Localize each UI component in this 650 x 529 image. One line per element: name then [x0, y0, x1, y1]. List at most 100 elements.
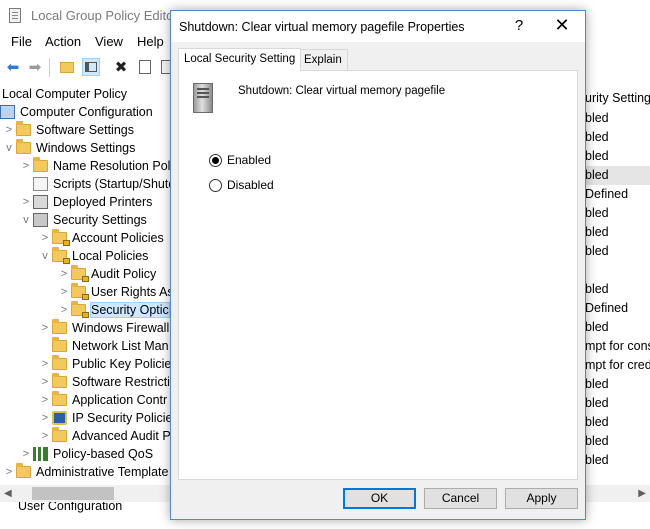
list-item[interactable]: bled — [585, 147, 650, 166]
chevron-right-icon[interactable]: > — [57, 304, 71, 316]
forward-arrow-icon[interactable]: ➡ — [26, 58, 44, 76]
list-item[interactable]: bled — [585, 375, 650, 394]
tree-item-software-settings[interactable]: > Software Settings — [2, 121, 134, 139]
tree-item-scripts[interactable]: Scripts (Startup/Shutd — [33, 175, 175, 193]
list-item[interactable] — [585, 261, 650, 280]
tree-item-software-restriction[interactable]: > Software Restricti — [38, 373, 170, 391]
enabled-option[interactable]: Enabled — [209, 153, 271, 167]
folder-icon — [52, 373, 67, 388]
list-item[interactable]: bled — [585, 318, 650, 337]
tree-item-ip-security-policies[interactable]: > IP Security Policie — [38, 409, 173, 427]
apply-button[interactable]: Apply — [505, 488, 578, 509]
list-item[interactable]: bled — [585, 413, 650, 432]
list-item[interactable]: Defined — [585, 299, 650, 318]
list-item[interactable]: bled — [585, 451, 650, 470]
tree-item-advanced-audit[interactable]: > Advanced Audit P — [38, 427, 171, 445]
ok-button[interactable]: OK — [343, 488, 416, 509]
back-arrow-icon[interactable]: ⬅ — [4, 58, 22, 76]
tree-item-computer-configuration[interactable]: Computer Configuration — [0, 103, 153, 121]
tree-item-label: User Configuration — [18, 502, 123, 513]
chevron-right-icon[interactable]: > — [2, 466, 16, 478]
chevron-right-icon[interactable]: > — [38, 394, 52, 406]
help-button[interactable]: ? — [509, 17, 529, 34]
scrollbar-thumb[interactable] — [32, 487, 114, 500]
tree-item-security-options[interactable]: > Security Optic — [57, 301, 170, 319]
tree-item-policy-based-qos[interactable]: > Policy-based QoS — [19, 445, 153, 463]
list-item[interactable]: mpt for cred — [585, 356, 650, 375]
scroll-right-arrow-icon[interactable]: ▶ — [638, 488, 646, 499]
scroll-left-arrow-icon[interactable]: ◀ — [4, 488, 12, 499]
tree-item-label: Software Restricti — [72, 375, 170, 389]
tree-item-security-settings[interactable]: v Security Settings — [19, 211, 147, 229]
properties-icon[interactable] — [136, 58, 154, 76]
chevron-right-icon[interactable]: > — [38, 430, 52, 442]
tree-item-user-rights-assignment[interactable]: > User Rights As — [57, 283, 174, 301]
chevron-right-icon[interactable]: > — [57, 268, 71, 280]
enabled-radio[interactable] — [209, 153, 222, 167]
chevron-right-icon[interactable]: > — [38, 322, 52, 334]
tree-item-label: Windows Settings — [36, 141, 136, 155]
list-item[interactable]: bled — [585, 432, 650, 451]
tree-item-windows-settings[interactable]: v Windows Settings — [2, 139, 135, 157]
list-item-selected[interactable]: bled — [585, 166, 650, 185]
dialog-titlebar[interactable]: Shutdown: Clear virtual memory pagefile … — [171, 11, 585, 42]
tree-item-deployed-printers[interactable]: > Deployed Printers — [19, 193, 152, 211]
delete-icon[interactable]: ✖ — [112, 58, 130, 76]
chevron-right-icon[interactable]: > — [57, 286, 71, 298]
chevron-down-icon[interactable]: v — [2, 142, 16, 154]
chevron-right-icon[interactable]: > — [38, 358, 52, 370]
tree-item-public-key-policies[interactable]: > Public Key Policie — [38, 355, 171, 373]
chevron-right-icon[interactable]: > — [19, 448, 33, 460]
tree-item-label: Windows Firewall — [72, 321, 170, 335]
tree-item-label: Deployed Printers — [53, 195, 153, 209]
tree-item-account-policies[interactable]: > Account Policies — [38, 229, 164, 247]
tab-panel: Shutdown: Clear virtual memory pagefile … — [178, 70, 578, 480]
computer-icon — [0, 105, 15, 119]
tree-item-label: Public Key Policie — [72, 357, 172, 371]
list-item[interactable]: Defined — [585, 185, 650, 204]
tree-item-administrative-templates[interactable]: > Administrative Template — [2, 463, 168, 481]
list-item[interactable]: bled — [585, 280, 650, 299]
chevron-right-icon[interactable]: > — [19, 196, 33, 208]
list-item[interactable]: mpt for cons — [585, 337, 650, 356]
tree-item-label: User Rights As — [91, 285, 174, 299]
up-folder-icon[interactable] — [58, 58, 76, 76]
list-item[interactable]: bled — [585, 109, 650, 128]
tree-item-network-list-manager[interactable]: Network List Man — [52, 337, 169, 355]
menu-file[interactable]: File — [11, 34, 32, 49]
tree-item-windows-firewall[interactable]: > Windows Firewall — [38, 319, 169, 337]
menu-action[interactable]: Action — [45, 34, 81, 49]
tab-local-security-setting[interactable]: Local Security Setting — [178, 48, 302, 71]
tab-explain[interactable]: Explain — [298, 49, 348, 70]
tree-item-label: Local Policies — [72, 249, 149, 263]
list-horizontal-scrollbar[interactable]: ▶ — [585, 485, 650, 502]
chevron-right-icon[interactable]: > — [38, 376, 52, 388]
tree-item-local-computer-policy[interactable]: Local Computer Policy — [2, 85, 127, 103]
show-hide-tree-icon[interactable] — [82, 58, 100, 76]
disabled-option[interactable]: Disabled — [209, 178, 274, 192]
chevron-right-icon[interactable]: > — [38, 412, 52, 424]
chevron-down-icon[interactable]: v — [19, 214, 33, 226]
menu-help[interactable]: Help — [137, 34, 164, 49]
chevron-right-icon[interactable]: > — [2, 124, 16, 136]
cancel-button[interactable]: Cancel — [424, 488, 497, 509]
locked-folder-icon — [52, 247, 70, 264]
disabled-radio[interactable] — [209, 178, 222, 192]
list-item[interactable]: bled — [585, 394, 650, 413]
tree-item-application-control[interactable]: > Application Contr — [38, 391, 167, 409]
chevron-down-icon[interactable]: v — [38, 250, 52, 262]
close-button[interactable]: ✕ — [551, 15, 573, 36]
list-item[interactable]: bled — [585, 242, 650, 261]
list-item[interactable]: bled — [585, 204, 650, 223]
list-item[interactable]: bled — [585, 223, 650, 242]
tree-item-local-policies[interactable]: v Local Policies — [38, 247, 148, 265]
column-header-security-setting[interactable]: urity Setting — [585, 89, 650, 108]
chevron-right-icon[interactable]: > — [38, 232, 52, 244]
menu-view[interactable]: View — [95, 34, 123, 49]
tree-item-name-resolution-policy[interactable]: > Name Resolution Pol — [19, 157, 170, 175]
tree-item-audit-policy[interactable]: > Audit Policy — [57, 265, 156, 283]
folder-icon — [52, 355, 67, 370]
policy-properties-dialog: Shutdown: Clear virtual memory pagefile … — [170, 10, 586, 520]
list-item[interactable]: bled — [585, 128, 650, 147]
chevron-right-icon[interactable]: > — [19, 160, 33, 172]
